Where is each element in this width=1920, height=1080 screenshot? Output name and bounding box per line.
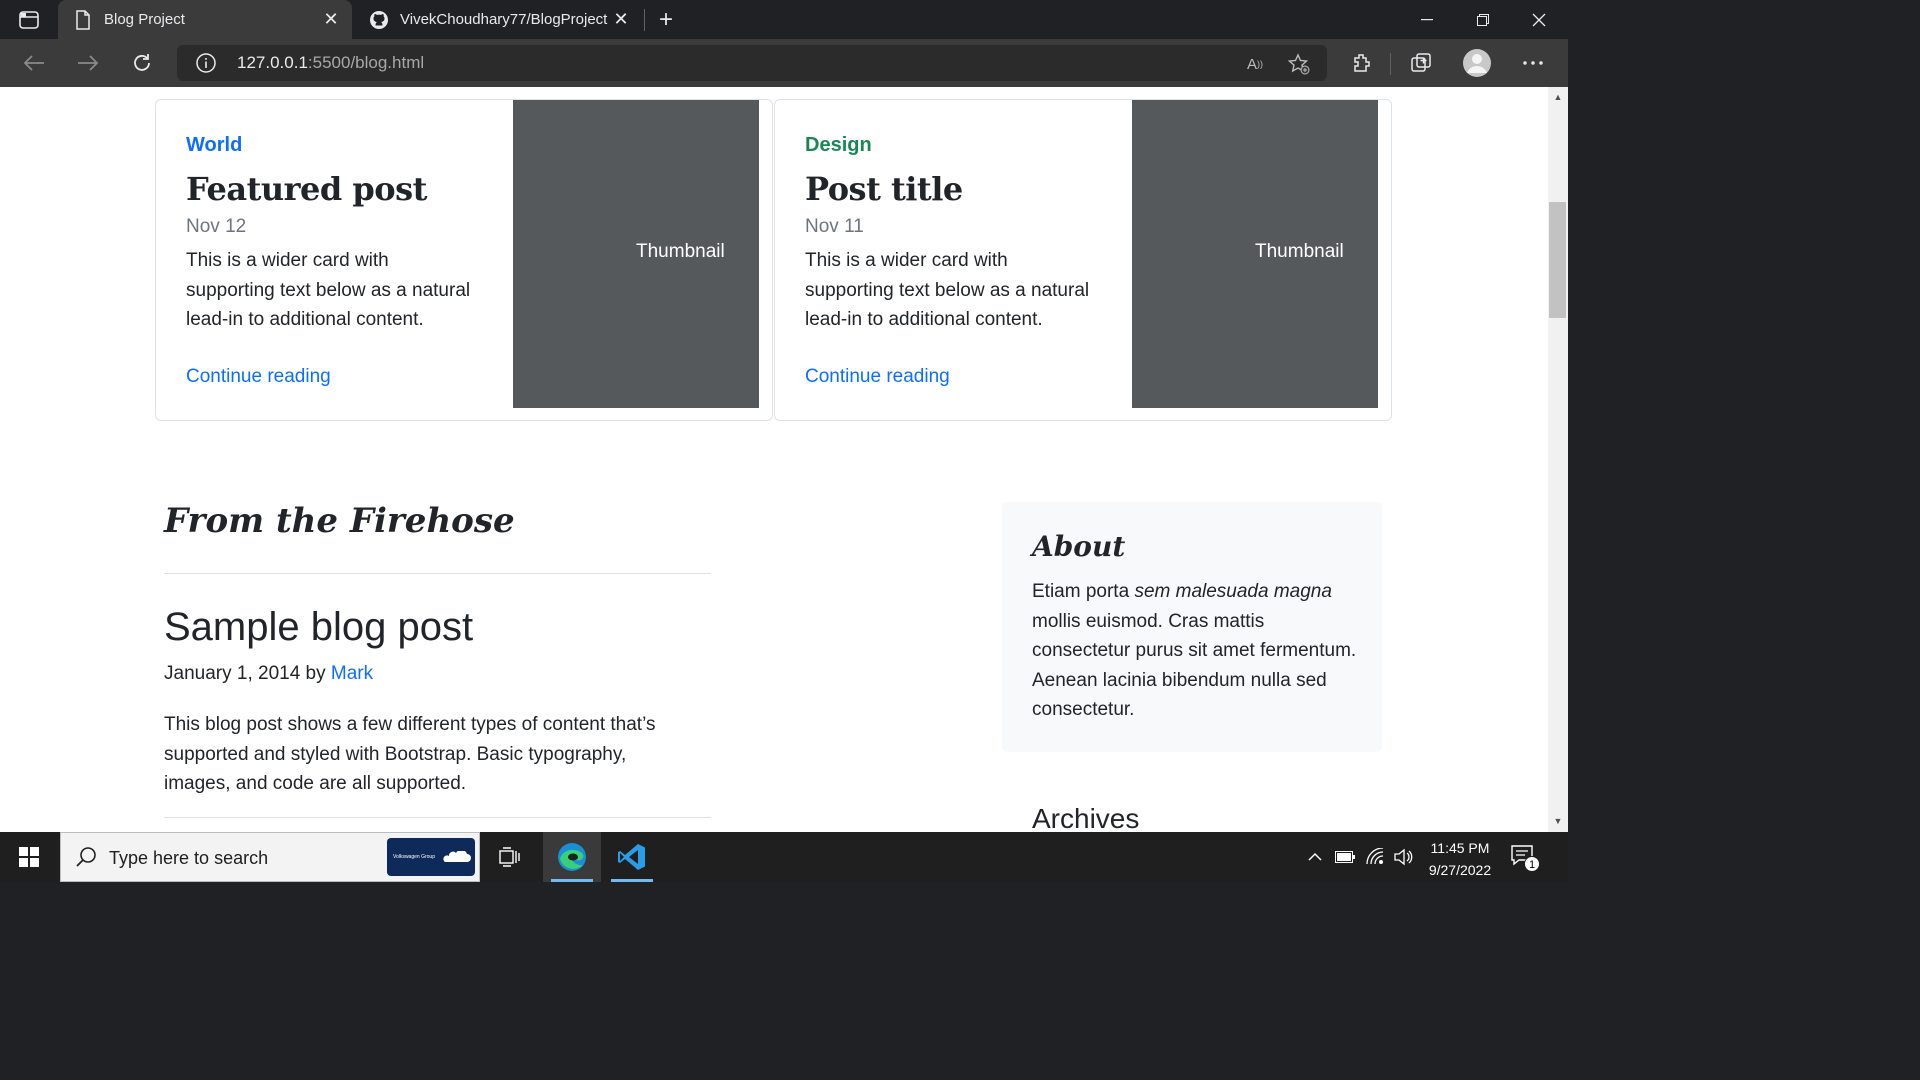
taskbar-clock[interactable]: 11:45 PM 9/27/2022 [1412,837,1508,881]
search-placeholder: Type here to search [109,848,269,868]
close-tab-icon[interactable]: ✕ [608,7,634,33]
collections-icon[interactable] [1404,47,1438,79]
card-thumbnail: Thumbnail [513,100,759,408]
profile-avatar[interactable] [1460,47,1494,79]
scrollbar-thumb[interactable] [1549,202,1566,318]
post-title: Sample blog post [164,605,474,649]
card-category[interactable]: Design [805,134,872,157]
section-title: From the Firehose [164,501,515,541]
about-text: Etiam porta sem malesuada magna mollis e… [1032,577,1362,725]
archives-title: Archives [1032,803,1140,832]
vscode-icon[interactable] [603,832,661,882]
wifi-icon[interactable] [1364,847,1386,867]
toolbar-divider [1390,53,1391,75]
post-card: Design Post title Nov 11 This is a wider… [774,99,1392,421]
card-category[interactable]: World [186,134,242,157]
notifications-icon[interactable]: 1 [1510,844,1546,872]
site-info-icon[interactable] [195,52,217,74]
search-highlight-image[interactable]: Volkswagen Group [387,838,475,876]
edge-icon[interactable] [543,832,601,882]
section-divider [164,573,711,574]
thumbnail-label: Thumbnail [636,241,725,262]
windows-start-icon[interactable] [0,832,58,882]
back-icon[interactable] [17,47,51,79]
post-date: January 1, 2014 by [164,663,331,684]
card-title: Featured post [186,170,427,208]
card-date: Nov 12 [186,216,247,237]
about-text-emphasis: sem malesuada magna [1134,581,1332,602]
clock-time: 11:45 PM [1430,840,1490,856]
about-panel: About Etiam porta sem malesuada magna mo… [1002,502,1382,752]
card-text: This is a wider card with supporting tex… [186,250,471,330]
card-date: Nov 11 [805,216,864,237]
browser-toolbar: 127.0.0.1:5500/blog.html A)) [0,39,1568,87]
notification-count: 1 [1524,856,1540,872]
continue-reading-link[interactable]: Continue reading [805,366,950,388]
tab-title: Blog Project [104,11,185,28]
about-text-start: Etiam porta [1032,581,1135,602]
post-body: This blog post shows a few different typ… [164,714,656,794]
github-icon [368,9,390,31]
minimize-icon[interactable] [1399,0,1455,39]
page-scrollbar[interactable] [1548,87,1568,832]
active-app-indicator [551,879,593,882]
close-tab-icon[interactable]: ✕ [318,7,344,33]
page-icon [72,9,94,31]
read-aloud-icon[interactable]: A)) [1243,52,1267,76]
new-tab-icon[interactable]: + [652,6,680,34]
taskbar: Type here to search Volkswagen Group 11:… [0,832,1568,882]
url-path: :5500/blog.html [307,53,425,72]
scroll-down-icon[interactable]: ▼ [1550,816,1566,830]
about-title: About [1032,530,1126,563]
extensions-icon[interactable] [1345,47,1379,79]
card-text: This is a wider card with supporting tex… [805,250,1090,330]
tab-title: VivekChoudhary77/BlogProject: [400,11,608,28]
clock-date: 9/27/2022 [1428,862,1492,878]
web-page: World Featured post Nov 12 This is a wid… [0,87,1548,832]
cloud-icon [443,851,471,862]
promo-text: Volkswagen Group [393,854,435,860]
address-bar[interactable]: 127.0.0.1:5500/blog.html A)) [177,45,1327,81]
featured-card: World Featured post Nov 12 This is a wid… [155,99,773,421]
refresh-icon[interactable] [125,47,159,79]
about-text-end: mollis euismod. Cras mattis consectetur … [1032,610,1357,721]
add-favorite-icon[interactable] [1287,52,1311,76]
running-app-indicator [611,879,653,882]
show-hidden-icons-icon[interactable] [1304,847,1326,867]
battery-icon[interactable] [1334,847,1356,867]
continue-reading-link[interactable]: Continue reading [186,366,331,388]
more-options-icon[interactable] [1516,47,1550,79]
card-thumbnail: Thumbnail [1132,100,1378,408]
tab-actions-icon[interactable] [12,8,46,32]
task-view-icon[interactable] [481,832,539,882]
tab-github[interactable]: VivekChoudhary77/BlogProject: ✕ [354,0,642,39]
tab-blog-project[interactable]: Blog Project ✕ [58,0,352,39]
volume-icon[interactable] [1392,847,1414,867]
url-text[interactable]: 127.0.0.1:5500/blog.html [237,53,424,73]
close-window-icon[interactable] [1511,0,1567,39]
post-meta: January 1, 2014 by Mark [164,663,373,685]
scroll-up-icon[interactable]: ▲ [1550,92,1566,106]
taskbar-search[interactable]: Type here to search Volkswagen Group [60,832,480,882]
search-icon [75,846,97,868]
url-host: 127.0.0.1 [237,53,308,72]
restore-icon[interactable] [1455,0,1511,39]
tab-bar: Blog Project ✕ VivekChoudhary77/BlogProj… [0,0,1568,39]
thumbnail-label: Thumbnail [1255,241,1344,262]
post-divider [164,817,711,818]
author-link[interactable]: Mark [331,663,373,684]
card-title: Post title [805,170,963,208]
forward-icon[interactable] [71,47,105,79]
tab-divider [644,9,645,31]
